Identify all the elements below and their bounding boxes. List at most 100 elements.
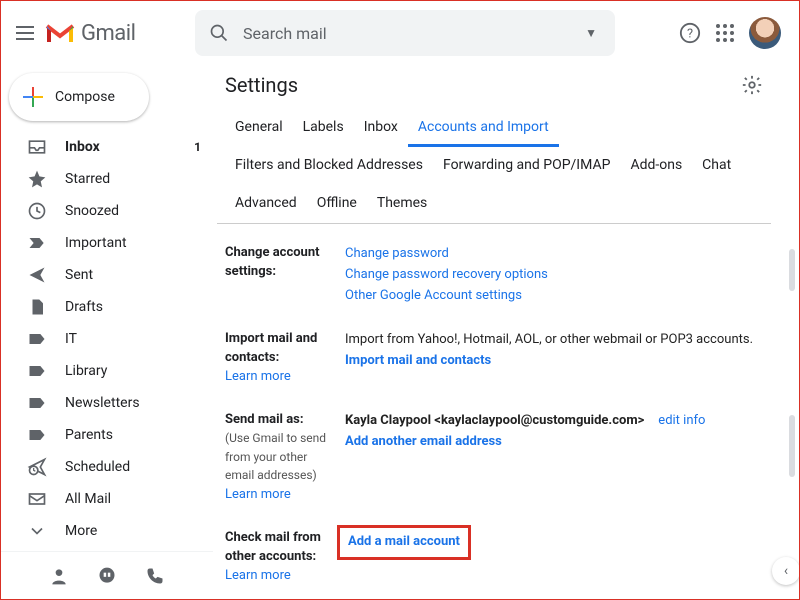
tab-themes[interactable]: Themes — [367, 185, 437, 223]
label-icon — [27, 361, 47, 381]
sidebar-item-label: IT — [65, 331, 201, 347]
sidebar-footer — [1, 551, 213, 599]
link-learn-more[interactable]: Learn more — [225, 369, 291, 384]
sidebar-item-label: Drafts — [65, 299, 201, 315]
star-icon — [27, 169, 47, 189]
person-icon[interactable] — [49, 566, 69, 586]
sidebar-item-drafts[interactable]: Drafts — [1, 291, 213, 323]
sidebar-item-label: Starred — [65, 171, 201, 187]
tab-general[interactable]: General — [225, 109, 293, 147]
sidebar-item-label: More — [65, 523, 201, 539]
link-change-password[interactable]: Change password — [345, 246, 449, 261]
sidebar-item-scheduled[interactable]: Scheduled — [1, 451, 213, 483]
tab-chat[interactable]: Chat — [692, 147, 741, 185]
sidebar: Compose Inbox 1 Starred Snoozed Important Sen… — [1, 65, 213, 599]
settings-tabs: GeneralLabelsInboxAccounts and ImportFil… — [217, 109, 771, 224]
section-label: Change account settings: — [225, 244, 337, 306]
app-header: Gmail Search mail ▼ ? — [1, 1, 799, 65]
sidebar-item-label: Newsletters — [65, 395, 201, 411]
section-check-mail: Check mail from other accounts: Learn mo… — [225, 517, 767, 598]
svg-text:?: ? — [687, 27, 693, 42]
tab-add-ons[interactable]: Add-ons — [620, 147, 692, 185]
sidebar-nav: Inbox 1 Starred Snoozed Important Sent Drafts I… — [1, 131, 213, 551]
sidebar-item-label: Sent — [65, 267, 201, 283]
settings-body: Change account settings: Change password… — [217, 224, 799, 599]
gear-icon[interactable] — [741, 74, 763, 96]
section-label: Import mail and contacts: — [225, 331, 317, 365]
help-icon[interactable]: ? — [679, 22, 701, 44]
sidebar-item-count: 1 — [194, 140, 201, 154]
menu-icon[interactable] — [15, 23, 35, 43]
draft-icon — [27, 297, 47, 317]
allmail-icon — [27, 489, 47, 509]
sidebar-item-it[interactable]: IT — [1, 323, 213, 355]
sidebar-item-label: All Mail — [65, 491, 201, 507]
sidebar-item-sent[interactable]: Sent — [1, 259, 213, 291]
send-as-identity: Kayla Claypool <kaylaclaypool@customguid… — [345, 411, 644, 432]
sidebar-item-all-mail[interactable]: All Mail — [1, 483, 213, 515]
compose-button[interactable]: Compose — [9, 73, 149, 121]
sidebar-item-label: Important — [65, 235, 201, 251]
inbox-icon — [27, 137, 47, 157]
link-other-settings[interactable]: Other Google Account settings — [345, 288, 522, 303]
link-add-mail-account[interactable]: Add a mail account — [348, 534, 460, 549]
sidebar-item-inbox[interactable]: Inbox 1 — [1, 131, 213, 163]
header-right: ? — [679, 17, 791, 49]
sidebar-item-label: Snoozed — [65, 203, 201, 219]
apps-grid-icon[interactable] — [715, 23, 735, 43]
label-icon — [27, 393, 47, 413]
more-icon — [27, 521, 47, 541]
chevron-left-icon: ‹ — [784, 563, 788, 579]
gmail-logo[interactable]: Gmail — [45, 21, 185, 46]
sent-icon — [27, 265, 47, 285]
sidebar-item-parents[interactable]: Parents — [1, 419, 213, 451]
plus-icon — [23, 87, 43, 107]
tab-accounts-and-import[interactable]: Accounts and Import — [408, 109, 559, 147]
sidebar-item-more[interactable]: More — [1, 515, 213, 547]
main-content: Settings GeneralLabelsInboxAccounts and … — [213, 65, 799, 599]
sidebar-item-snoozed[interactable]: Snoozed — [1, 195, 213, 227]
side-panel-toggle[interactable]: ‹ — [772, 557, 799, 585]
sidebar-item-label: Library — [65, 363, 201, 379]
hangouts-icon[interactable] — [97, 566, 117, 586]
search-bar[interactable]: Search mail ▼ — [195, 10, 615, 56]
section-label: Check mail from other accounts: — [225, 530, 321, 564]
sidebar-item-newsletters[interactable]: Newsletters — [1, 387, 213, 419]
search-placeholder: Search mail — [243, 24, 567, 43]
link-edit-info[interactable]: edit info — [658, 411, 705, 432]
search-icon — [209, 23, 229, 43]
gmail-m-icon — [45, 22, 75, 44]
label-icon — [27, 329, 47, 349]
gmail-wordmark: Gmail — [81, 21, 135, 46]
tab-inbox[interactable]: Inbox — [354, 109, 408, 147]
tab-labels[interactable]: Labels — [293, 109, 354, 147]
link-import-mail[interactable]: Import mail and contacts — [345, 353, 491, 368]
sidebar-item-label: Inbox — [65, 139, 176, 155]
label-icon — [27, 425, 47, 445]
sidebar-item-label: Parents — [65, 427, 201, 443]
search-options-caret-icon[interactable]: ▼ — [581, 22, 601, 44]
account-avatar[interactable] — [749, 17, 781, 49]
link-learn-more[interactable]: Learn more — [225, 487, 291, 502]
section-work: Using Gmail for work? Businesses get you… — [225, 598, 767, 599]
tab-forwarding-and-pop-imap[interactable]: Forwarding and POP/IMAP — [433, 147, 620, 185]
tab-advanced[interactable]: Advanced — [225, 185, 307, 223]
link-change-recovery[interactable]: Change password recovery options — [345, 267, 548, 282]
tab-offline[interactable]: Offline — [307, 185, 367, 223]
tab-filters-and-blocked-addresses[interactable]: Filters and Blocked Addresses — [225, 147, 433, 185]
page-title: Settings — [225, 73, 298, 97]
sidebar-item-label: Scheduled — [65, 459, 201, 475]
section-change-account: Change account settings: Change password… — [225, 232, 767, 318]
sidebar-item-starred[interactable]: Starred — [1, 163, 213, 195]
section-import: Import mail and contacts: Learn more Imp… — [225, 318, 767, 399]
link-add-email[interactable]: Add another email address — [345, 434, 502, 449]
sidebar-item-important[interactable]: Important — [1, 227, 213, 259]
sidebar-item-library[interactable]: Library — [1, 355, 213, 387]
section-label: Send mail as: — [225, 412, 304, 427]
section-send-as: Send mail as: (Use Gmail to send from yo… — [225, 399, 767, 517]
clock-icon — [27, 201, 47, 221]
phone-icon[interactable] — [145, 566, 165, 586]
link-learn-more[interactable]: Learn more — [225, 568, 291, 583]
highlight-box: Add a mail account — [337, 525, 471, 560]
import-desc: Import from Yahoo!, Hotmail, AOL, or oth… — [345, 330, 767, 351]
